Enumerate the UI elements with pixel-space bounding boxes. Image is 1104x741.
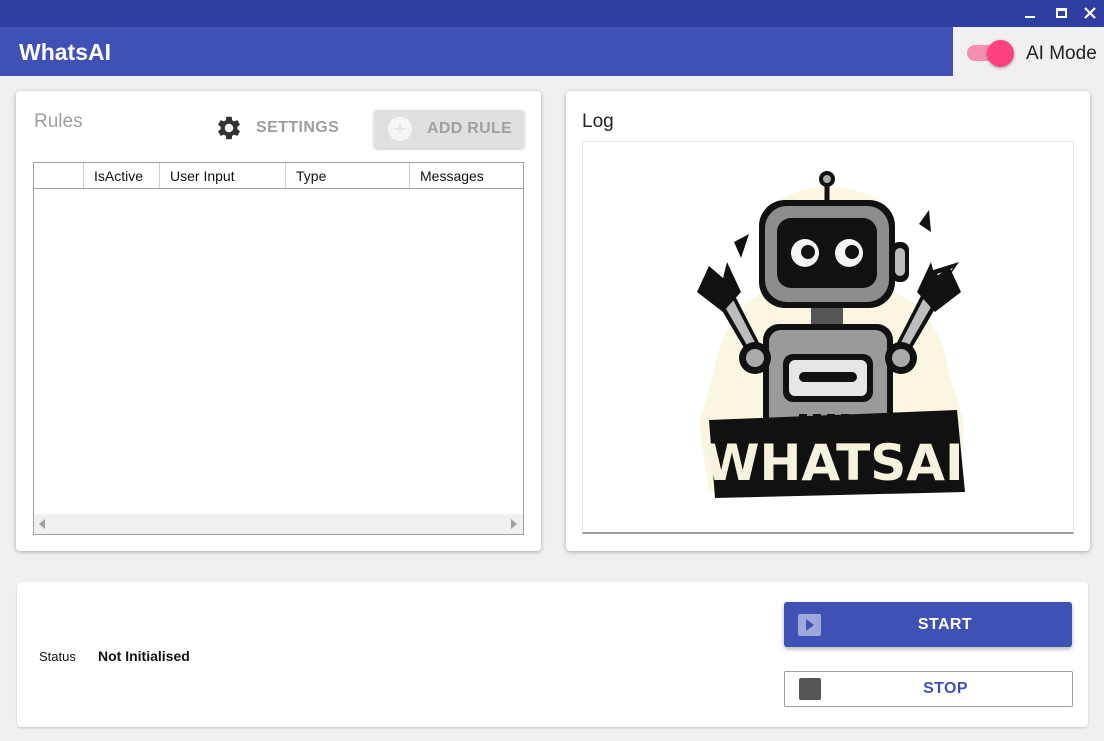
rules-title: Rules	[34, 111, 83, 132]
scroll-left-icon[interactable]	[39, 519, 45, 529]
maximize-icon[interactable]	[1047, 0, 1075, 25]
add-rule-label: ADD RULE	[427, 120, 513, 137]
stop-label: STOP	[923, 680, 968, 697]
control-panel: Status Not Initialised START STOP	[17, 582, 1088, 727]
stop-button[interactable]: STOP	[784, 671, 1073, 707]
horizontal-scrollbar[interactable]	[34, 514, 523, 534]
rules-table[interactable]: IsActive User Input Type Messages	[33, 162, 524, 535]
start-button[interactable]: START	[784, 602, 1072, 647]
log-output[interactable]: WHATSAI	[582, 141, 1074, 534]
add-rule-button[interactable]: ADD RULE	[374, 110, 524, 148]
column-header-user-input[interactable]: User Input	[160, 163, 286, 188]
ai-mode-label: AI Mode	[1026, 43, 1097, 64]
settings-button[interactable]: SETTINGS	[215, 113, 339, 143]
log-panel: Log WHATSAI	[566, 91, 1090, 551]
app-title: WhatsAI	[19, 39, 111, 65]
minimize-icon[interactable]	[1016, 0, 1044, 25]
status-value: Not Initialised	[98, 648, 190, 664]
column-header-type[interactable]: Type	[286, 163, 410, 188]
ai-mode-toggle-knob[interactable]	[987, 40, 1014, 67]
plus-circle-icon	[388, 117, 412, 141]
status-label: Status	[39, 649, 76, 664]
column-header-select[interactable]	[34, 163, 84, 188]
app-bar: WhatsAI	[0, 27, 953, 76]
start-label: START	[917, 616, 973, 633]
logo-wordmark: WHATSAI	[704, 434, 963, 492]
log-title: Log	[582, 111, 614, 132]
scroll-right-icon[interactable]	[511, 519, 517, 529]
whatsai-robot-logo: WHATSAI	[697, 171, 965, 498]
rules-table-header: IsActive User Input Type Messages	[34, 163, 523, 189]
settings-label: SETTINGS	[256, 119, 340, 136]
column-header-isactive[interactable]: IsActive	[84, 163, 160, 188]
gear-icon	[218, 116, 240, 140]
column-header-messages[interactable]: Messages	[410, 163, 523, 188]
ai-mode-area: AI Mode	[953, 27, 1104, 76]
close-icon[interactable]	[1076, 0, 1104, 25]
rules-panel: Rules SETTINGS ADD RULE IsActive User In…	[16, 91, 541, 551]
window-titlebar	[0, 0, 1104, 27]
